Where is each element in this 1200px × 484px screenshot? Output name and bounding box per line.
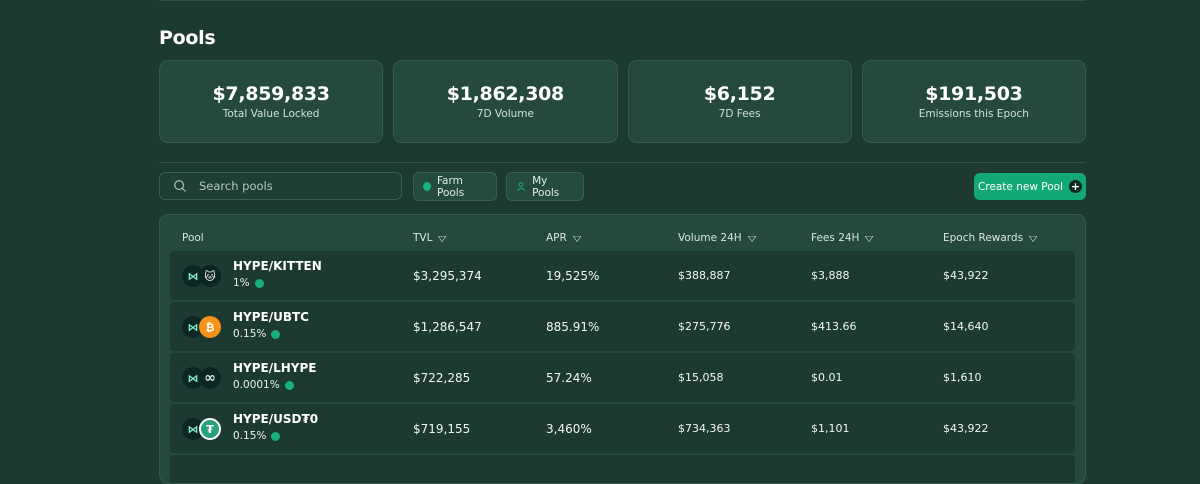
volume-cell: $734,363 [678, 422, 731, 435]
apr-cell: 57.24% [546, 370, 592, 385]
fees-cell: $0.01 [811, 371, 843, 384]
pool-name: HYPE/LHYPE [233, 361, 317, 375]
column-header-volume[interactable]: Volume 24H ▽ [678, 232, 757, 244]
page-title: Pools [159, 27, 216, 49]
table-row[interactable]: ⋈ ₮ HYPE/USD₮0 0.15% $719,155 3,460% $73… [170, 404, 1075, 453]
stat-card-emissions: $191,503 Emissions this Epoch [861, 60, 1086, 143]
pool-fee: 0.15% [233, 430, 281, 442]
apr-cell: 19,525% [546, 268, 600, 283]
infinity-icon: ∞ [199, 367, 221, 389]
stat-value: $7,859,833 [212, 83, 331, 105]
table-row[interactable] [170, 455, 1075, 483]
farm-pools-label: Farm Pools [436, 174, 465, 199]
pool-fee: 0.0001% [233, 379, 294, 391]
rewards-cell: $14,640 [943, 320, 989, 333]
status-dot-icon [271, 329, 281, 339]
pool-name: HYPE/USD₮0 [233, 412, 319, 426]
rewards-cell: $43,922 [943, 269, 989, 282]
volume-cell: $275,776 [678, 320, 731, 333]
apr-cell: 3,460% [546, 421, 592, 436]
volume-cell: $388,887 [678, 269, 731, 282]
column-header-apr[interactable]: APR ▽ [546, 232, 582, 244]
status-dot-icon [254, 278, 264, 288]
pool-fee-value: 0.15% [233, 328, 267, 340]
search-icon [174, 180, 186, 192]
column-header-pool: Pool [182, 232, 204, 244]
chevron-down-icon: ▽ [572, 233, 582, 243]
pool-name: HYPE/UBTC [233, 310, 309, 324]
chevron-down-icon: ▽ [865, 233, 874, 243]
column-header-epoch-rewards[interactable]: Epoch Rewards ▽ [943, 232, 1038, 244]
status-dot-icon [284, 380, 294, 390]
column-label: APR [546, 232, 567, 244]
pool-fee-value: 0.15% [233, 430, 267, 442]
search-input[interactable] [197, 178, 391, 194]
create-pool-label: Create new Pool [978, 180, 1063, 193]
pool-fee: 1% [233, 277, 264, 289]
fees-cell: $1,101 [811, 422, 850, 435]
stat-label: Total Value Locked [222, 108, 320, 120]
pair-icons: ⋈ ∞ [182, 366, 222, 390]
farm-dot-icon [423, 182, 431, 191]
column-label: Epoch Rewards [943, 232, 1024, 244]
table-header: Pool TVL ▽ APR ▽ Volume 24H ▽ Fees 24H ▽… [160, 215, 1085, 251]
chevron-down-icon: ▽ [1028, 233, 1038, 243]
volume-cell: $15,058 [678, 371, 724, 384]
stat-value: $6,152 [703, 83, 776, 105]
chevron-down-icon: ▽ [438, 233, 447, 243]
create-pool-button[interactable]: Create new Pool + [974, 173, 1086, 200]
table-row[interactable]: ⋈ ∞ HYPE/LHYPE 0.0001% $722,285 57.24% $… [170, 353, 1075, 402]
stat-label: Emissions this Epoch [918, 108, 1029, 120]
apr-cell: 885.91% [546, 319, 600, 334]
bitcoin-icon: ₿ [199, 316, 221, 338]
stat-card-tvl: $7,859,833 Total Value Locked [159, 60, 384, 143]
column-header-fees[interactable]: Fees 24H ▽ [811, 232, 874, 244]
my-pools-filter[interactable]: My Pools [506, 172, 584, 201]
pools-table: Pool TVL ▽ APR ▽ Volume 24H ▽ Fees 24H ▽… [159, 214, 1086, 484]
tvl-cell: $719,155 [413, 421, 471, 436]
farm-pools-filter[interactable]: Farm Pools [413, 172, 497, 201]
user-icon [517, 182, 526, 191]
search-box[interactable] [159, 172, 402, 200]
my-pools-label: My Pools [532, 174, 560, 199]
rewards-cell: $1,610 [943, 371, 982, 384]
section-divider [159, 162, 1086, 163]
column-label: Pool [182, 232, 204, 244]
pool-fee-value: 1% [233, 277, 250, 289]
column-header-tvl[interactable]: TVL ▽ [413, 232, 447, 244]
status-dot-icon [271, 431, 281, 441]
column-label: Volume 24H [678, 232, 742, 244]
stat-card-fees: $6,152 7D Fees [627, 60, 852, 143]
pair-icons: ⋈ ₿ [182, 315, 222, 339]
plus-icon: + [1069, 180, 1082, 193]
chevron-down-icon: ▽ [747, 233, 757, 243]
tvl-cell: $1,286,547 [413, 319, 482, 334]
fees-cell: $3,888 [811, 269, 850, 282]
fees-cell: $413.66 [811, 320, 857, 333]
pool-fee-value: 0.0001% [233, 379, 280, 391]
rewards-cell: $43,922 [943, 422, 989, 435]
stat-label: 7D Fees [718, 108, 761, 120]
stat-value: $191,503 [925, 83, 1023, 105]
table-row[interactable]: ⋈ 🐱 HYPE/KITTEN 1% $3,295,374 19,525% $3… [170, 251, 1075, 300]
kitten-icon: 🐱 [199, 265, 221, 287]
stat-card-volume: $1,862,308 7D Volume [393, 60, 618, 143]
stats-row: $7,859,833 Total Value Locked $1,862,308… [159, 60, 1086, 143]
pair-icons: ⋈ ₮ [182, 417, 222, 441]
tvl-cell: $722,285 [413, 370, 471, 385]
pool-fee: 0.15% [233, 328, 281, 340]
table-row[interactable]: ⋈ ₿ HYPE/UBTC 0.15% $1,286,547 885.91% $… [170, 302, 1075, 351]
stat-value: $1,862,308 [446, 83, 565, 105]
stat-label: 7D Volume [476, 108, 534, 120]
tvl-cell: $3,295,374 [413, 268, 482, 283]
usdt-icon: ₮ [199, 418, 221, 440]
pool-name: HYPE/KITTEN [233, 259, 322, 273]
column-label: TVL [413, 232, 433, 244]
top-divider [159, 0, 1086, 1]
pair-icons: ⋈ 🐱 [182, 264, 222, 288]
column-label: Fees 24H [811, 232, 860, 244]
